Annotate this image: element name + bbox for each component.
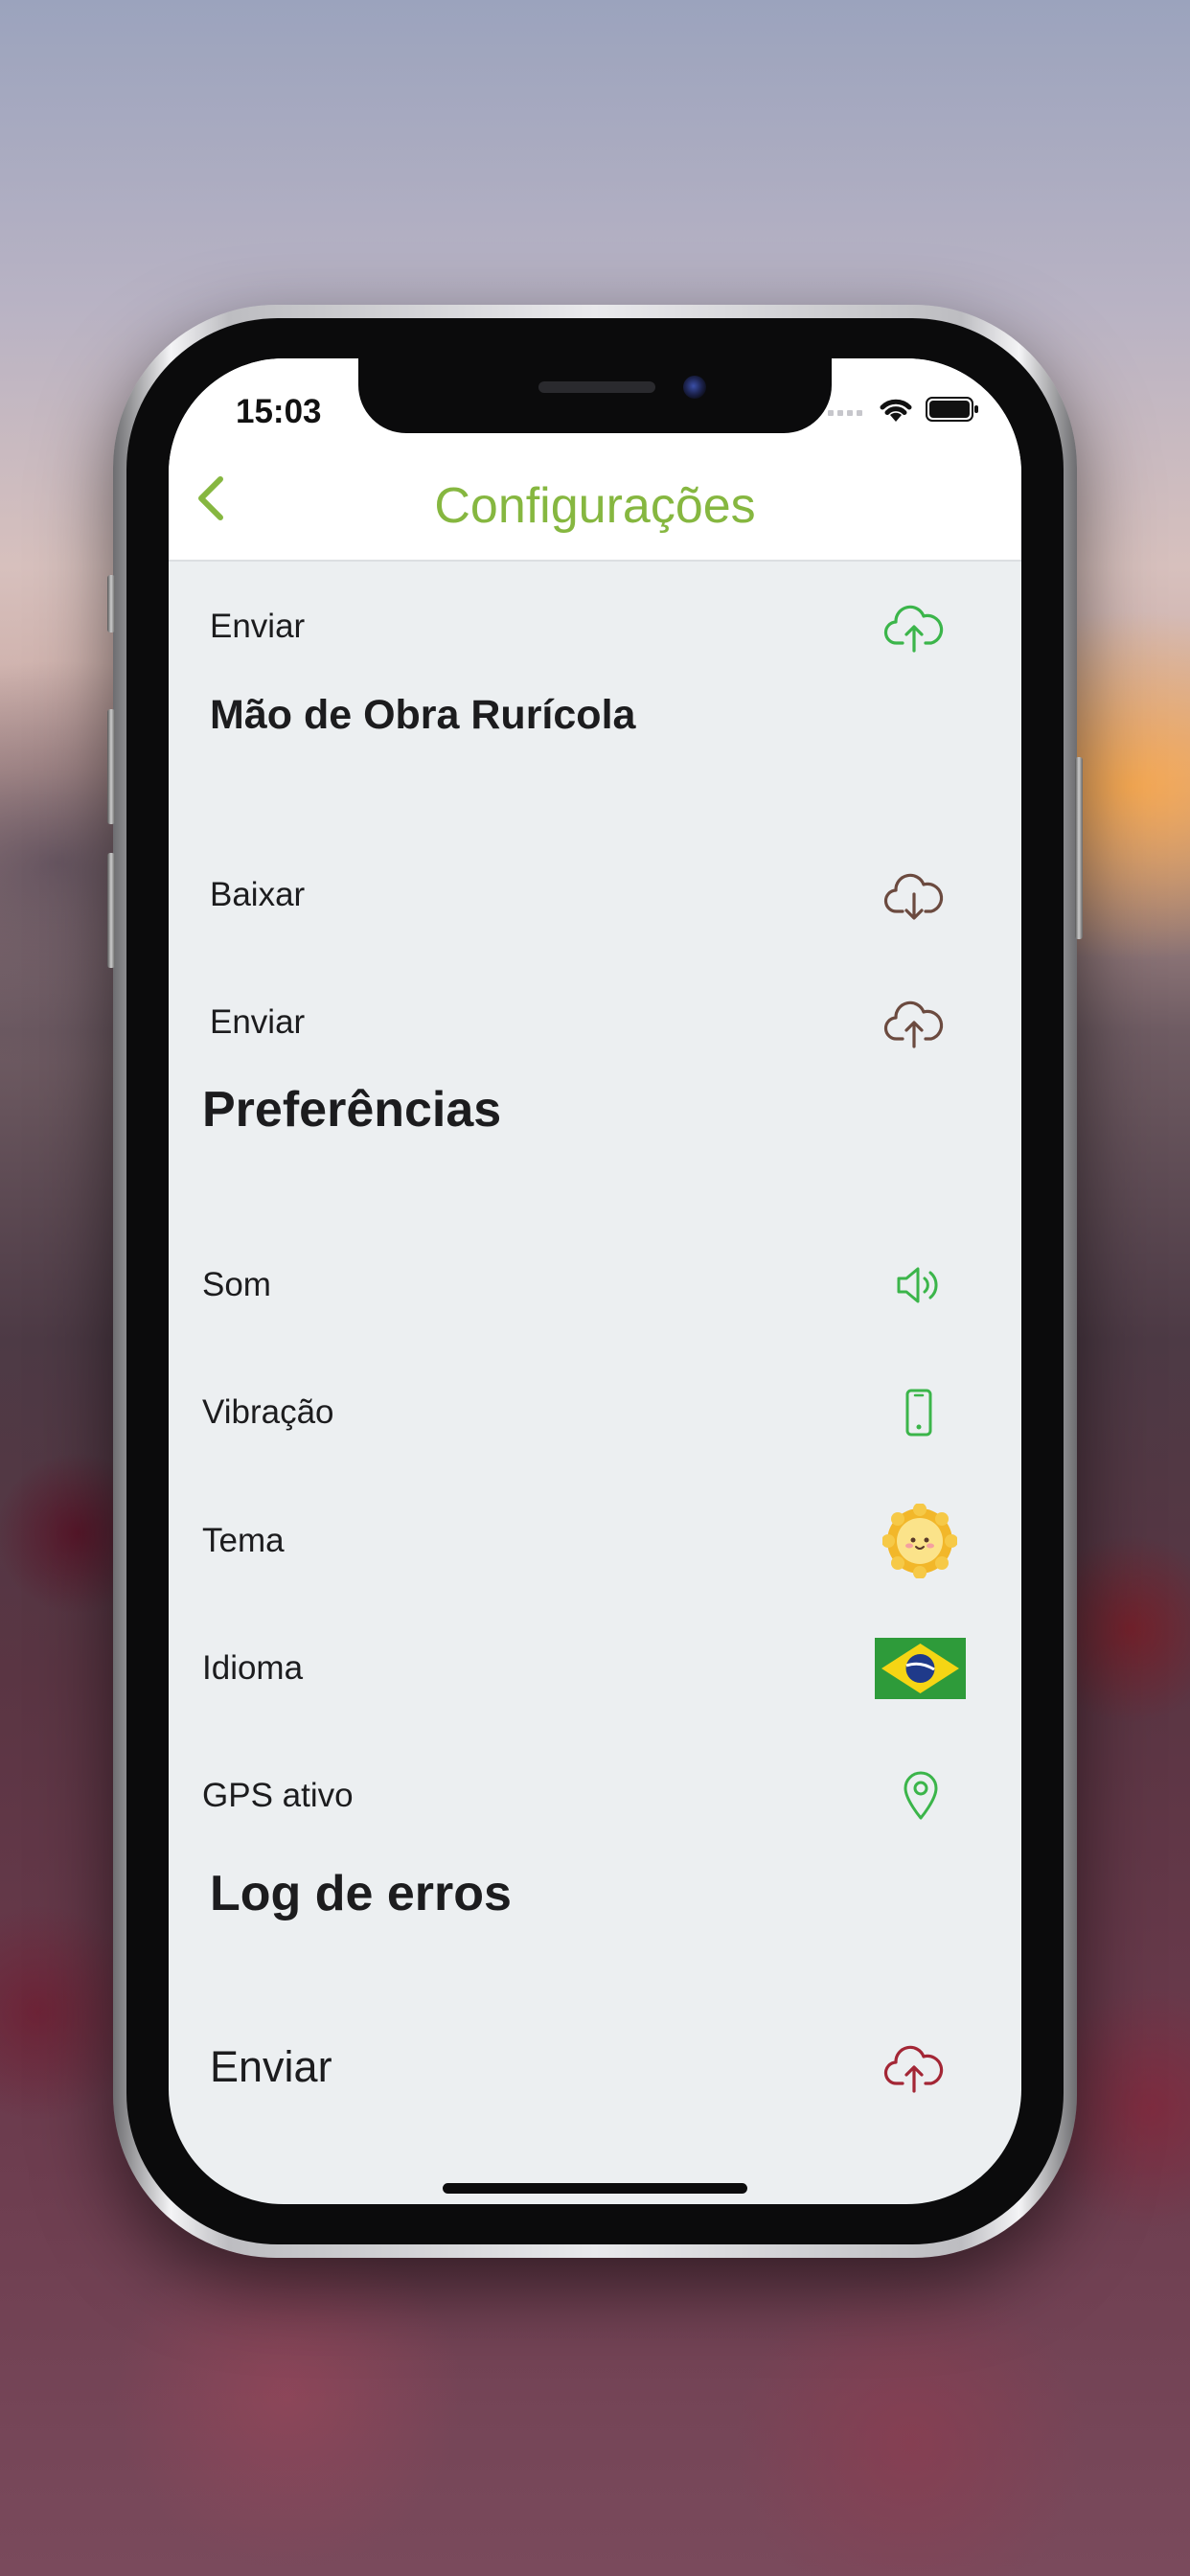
battery-icon [926,397,978,422]
settings-row-sound[interactable]: Som [169,1237,1021,1333]
row-label: Enviar [210,608,306,645]
phone-side-button-volume-up [107,709,115,824]
status-icons [828,393,979,426]
settings-row-theme[interactable]: Tema [169,1493,1021,1589]
earpiece-speaker [538,381,655,393]
cloud-upload-icon[interactable] [883,2041,945,2093]
settings-row-vibration[interactable]: Vibração [169,1365,1021,1460]
settings-row-upload[interactable]: Enviar [169,975,1021,1070]
cloud-upload-icon[interactable] [883,601,945,653]
settings-row-send[interactable]: Enviar [169,579,1021,675]
settings-row-error-send[interactable]: Enviar [169,2019,1021,2115]
page-title: Configurações [434,478,756,534]
cloud-download-icon[interactable] [883,869,945,921]
settings-row-download[interactable]: Baixar [169,847,1021,943]
row-label: Vibração [202,1393,334,1431]
section-title-error-log: Log de erros [210,1866,512,1921]
phone-side-button-mute [107,575,115,632]
phone-screen: 15:03 Configurações Enviar Mão de Obra R… [169,358,1021,2204]
row-label: GPS ativo [202,1777,354,1814]
front-camera [683,376,706,399]
row-label: Enviar [210,2042,332,2091]
row-label: Idioma [202,1649,304,1687]
phone-side-button-volume-down [107,853,115,968]
signal-icon [828,410,862,416]
settings-row-language[interactable]: Idioma [169,1621,1021,1716]
sun-icon[interactable] [882,1504,957,1578]
brazil-flag-icon[interactable] [875,1638,966,1699]
row-label: Baixar [210,876,306,913]
phone-side-button-power [1075,757,1083,939]
section-title-preferences: Preferências [202,1082,502,1138]
settings-row-gps[interactable]: GPS ativo [169,1748,1021,1844]
home-indicator[interactable] [443,2183,747,2194]
row-label: Som [202,1266,271,1303]
phone-vibrate-icon[interactable] [904,1389,933,1437]
wifi-icon [880,399,912,422]
row-label: Tema [202,1522,285,1559]
cloud-upload-icon[interactable] [883,997,945,1048]
navigation-bar: Configurações [169,433,1021,562]
status-time: 15:03 [236,393,322,430]
location-pin-icon[interactable] [903,1771,939,1821]
speaker-icon[interactable] [895,1263,943,1307]
phone-notch [358,358,832,433]
section-title-labor: Mão de Obra Rurícola [210,692,636,738]
row-label: Enviar [210,1003,306,1041]
